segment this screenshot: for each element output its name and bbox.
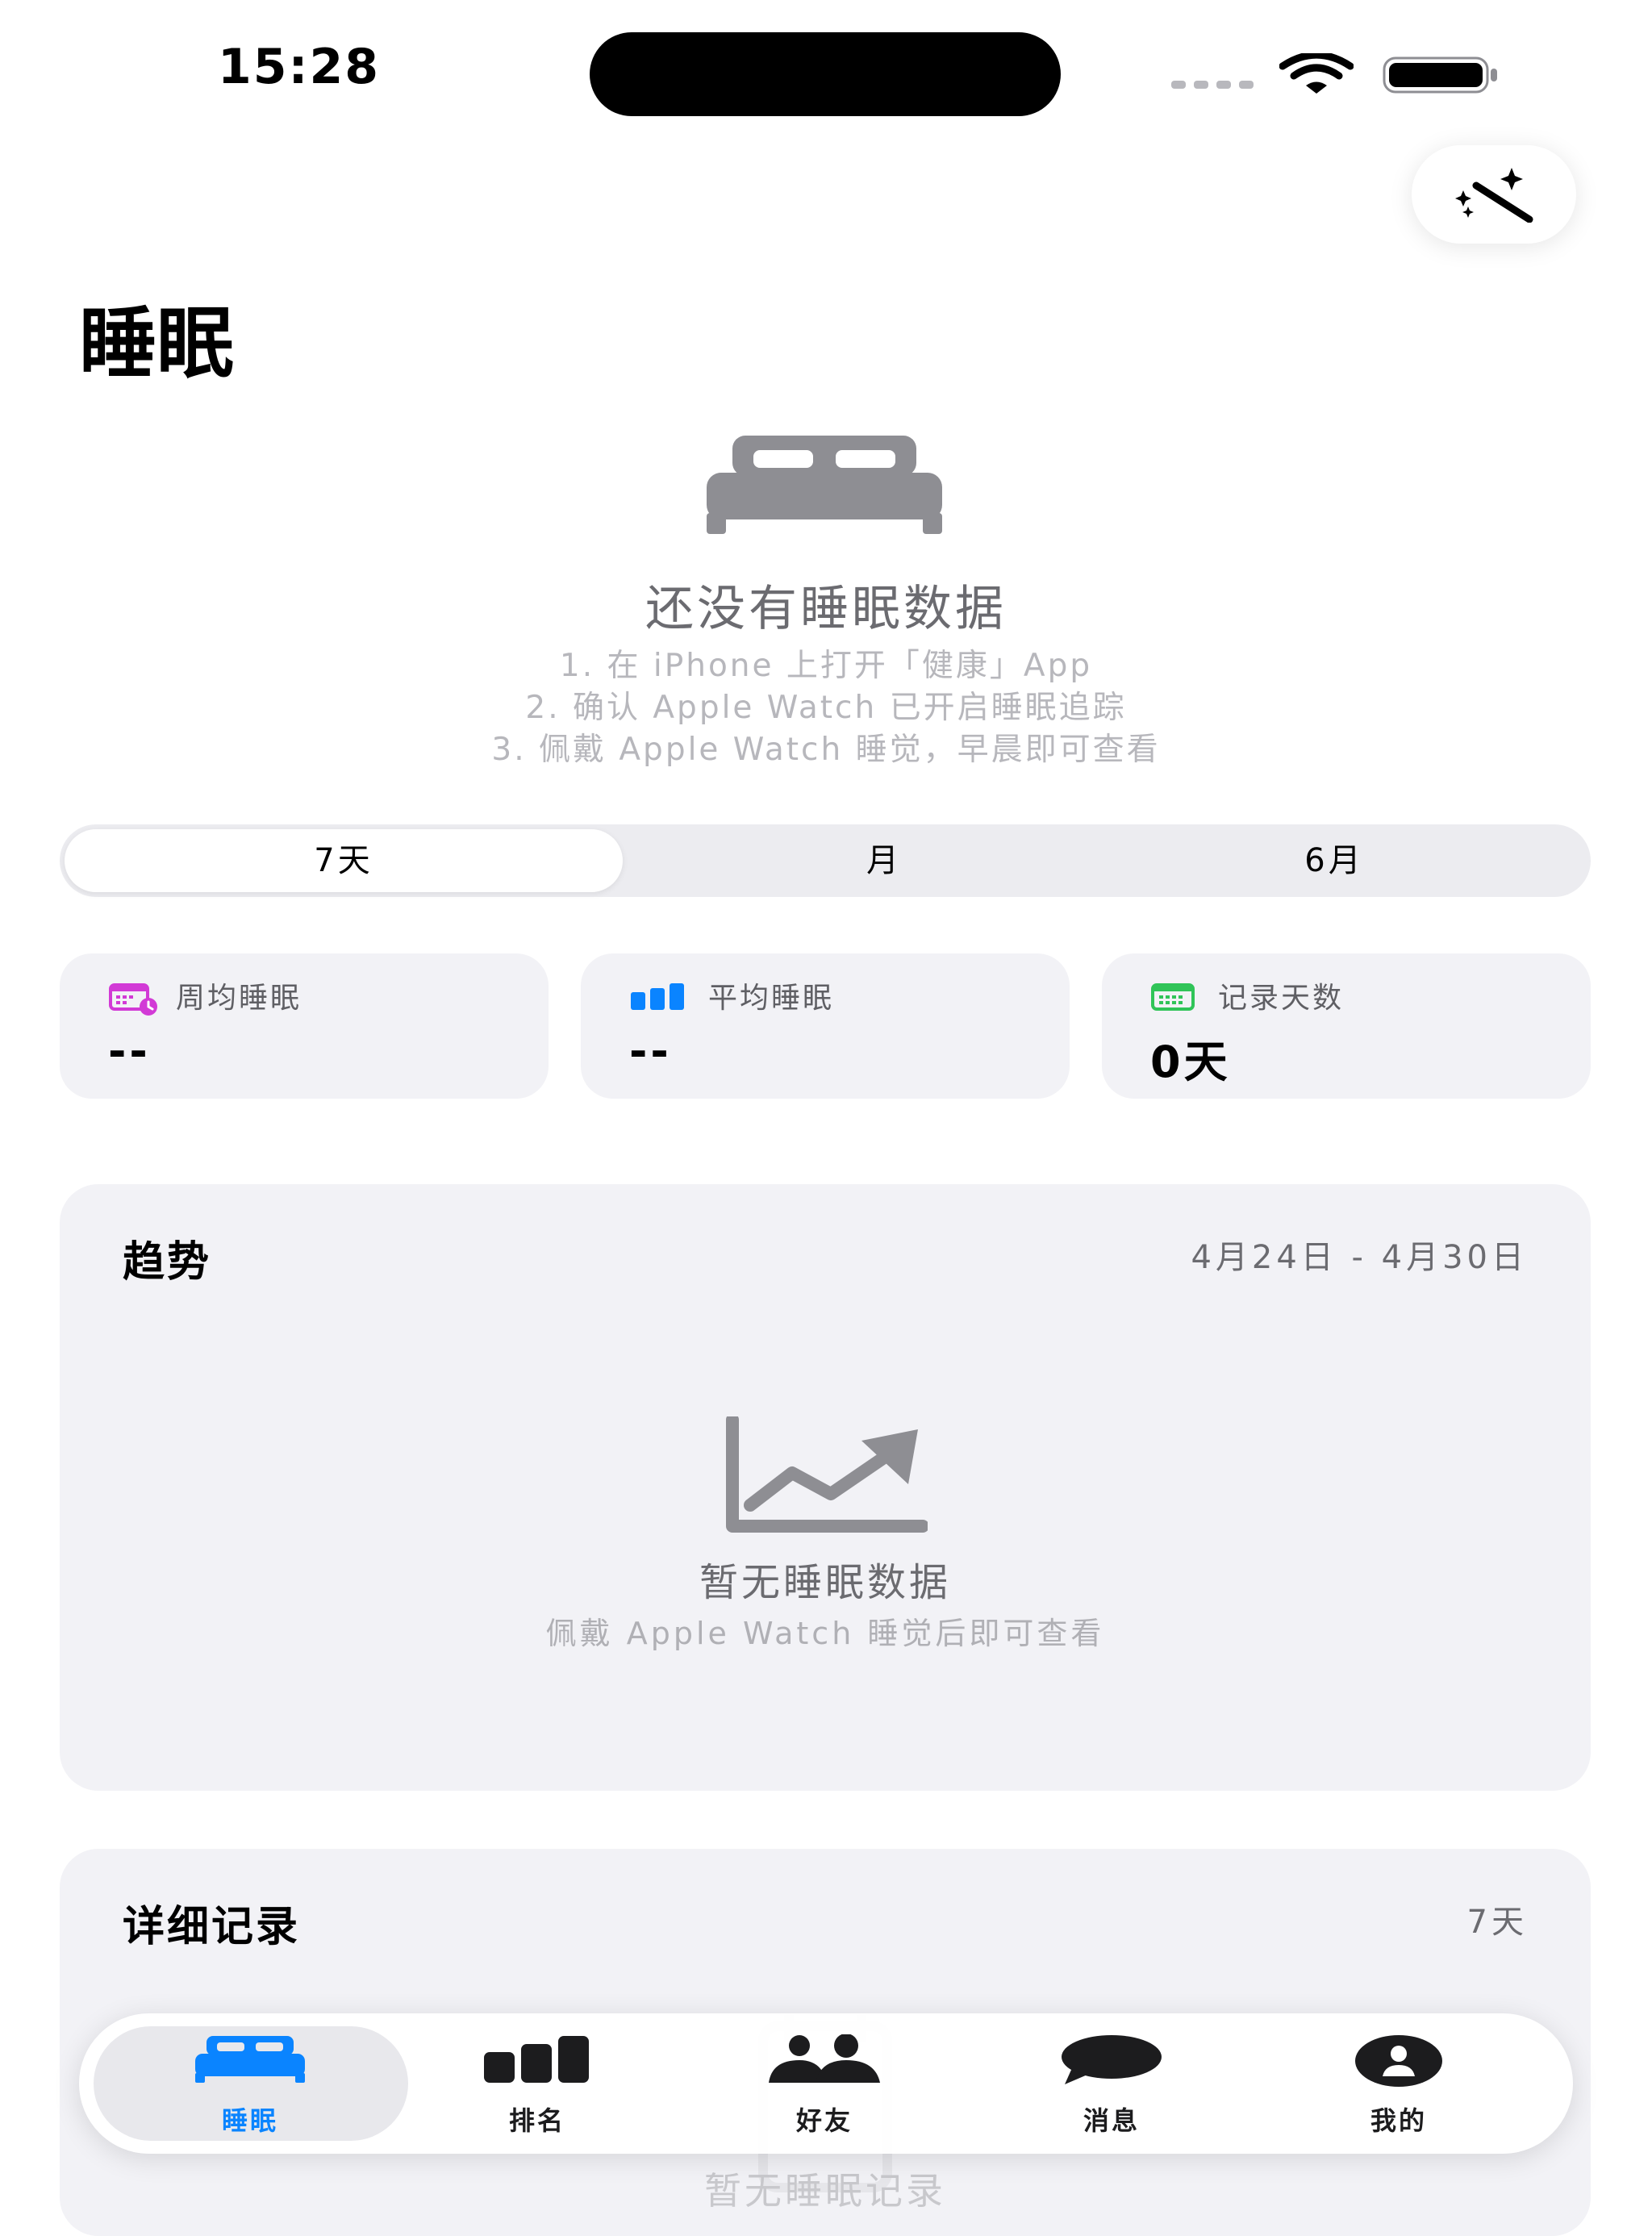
stat-card-record-days: 记录天数 0天 [1102,953,1591,1099]
magic-wand-button[interactable] [1412,145,1576,244]
tab-label: 好友 [795,2105,853,2136]
empty-step: 1. 在 iPhone 上打开「健康」App [559,648,1093,684]
trend-empty-title: 暂无睡眠数据 [699,1560,951,1605]
trend-card: 趋势 4月24日 - 4月30日 暂无睡眠数据 佩戴 Apple Watch 睡… [60,1184,1591,1791]
stat-label: 周均睡眠 [176,982,302,1015]
cellular-signal-icon [1171,81,1254,89]
detail-empty-title: 暂无睡眠记录 [704,2169,946,2213]
tab-label: 睡眠 [221,2105,278,2136]
page-title: 睡眠 [79,298,234,389]
trend-chart-icon [726,1416,928,1533]
stat-label: 记录天数 [1218,982,1345,1015]
stat-value: -- [629,1026,672,1077]
chart-bars-icon [484,2036,589,2083]
tab-bar: 睡眠 排名 好友 消息 我的 [79,2013,1573,2154]
tab-label: 消息 [1083,2105,1140,2136]
empty-step: 3. 佩戴 Apple Watch 睡觉，早晨即可查看 [491,732,1161,768]
tab-sleep[interactable]: 睡眠 [129,2013,371,2154]
trend-title: 趋势 [123,1238,212,1287]
magic-wand-icon [1455,168,1533,223]
segment-6-months[interactable]: 6月 [1108,824,1560,897]
range-segmented-control: 7天 月 6月 [60,824,1591,897]
bed-icon [195,2036,305,2083]
stat-card-weekly-average: 周均睡眠 -- [60,953,549,1099]
calendar-clock-icon [109,983,157,1016]
person-circle-icon [1355,2035,1442,2087]
tab-friends[interactable]: 好友 [703,2013,945,2154]
calendar-icon [1151,983,1195,1011]
people-icon [769,2034,880,2083]
wifi-icon [1279,53,1354,94]
trend-date-range: 4月24日 - 4月30日 [1191,1239,1528,1276]
chat-bubble-icon [1062,2035,1162,2084]
empty-step: 2. 确认 Apple Watch 已开启睡眠追踪 [525,690,1127,726]
detail-range: 7天 [1466,1904,1528,1941]
status-time: 15:28 [218,39,380,95]
tab-messages[interactable]: 消息 [991,2013,1233,2154]
detail-title: 详细记录 [123,1903,301,1951]
stat-card-average-sleep: 平均睡眠 -- [581,953,1070,1099]
chart-bars-icon [631,983,684,1010]
tab-me[interactable]: 我的 [1278,2013,1520,2154]
segment-month[interactable]: 月 [605,824,1163,897]
dynamic-island [590,32,1061,116]
stat-label: 平均睡眠 [708,982,835,1015]
tab-label: 排名 [508,2105,565,2136]
empty-state-title: 还没有睡眠数据 [645,581,1007,637]
battery-icon [1383,56,1497,94]
stat-value: 0天 [1150,1037,1231,1087]
bed-icon [707,436,942,534]
tab-label: 我的 [1370,2105,1427,2136]
empty-state-steps: 1. 在 iPhone 上打开「健康」App 2. 确认 Apple Watch… [0,645,1652,771]
stat-value: -- [108,1026,151,1077]
segment-7-days[interactable]: 7天 [65,824,623,897]
trend-empty-subtitle: 佩戴 Apple Watch 睡觉后即可查看 [545,1616,1105,1651]
tab-ranking[interactable]: 排名 [416,2013,658,2154]
